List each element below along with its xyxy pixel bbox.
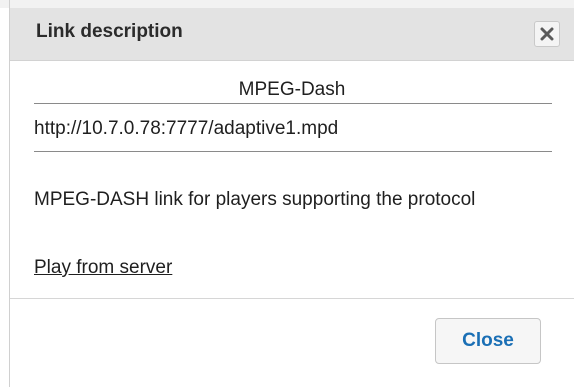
link-description-text: MPEG-DASH link for players supporting th… (34, 189, 476, 210)
divider (34, 103, 552, 104)
dialog-close-button[interactable] (534, 21, 560, 47)
background-strip (0, 0, 574, 8)
play-from-server-link[interactable]: Play from server (34, 257, 172, 279)
stream-url: http://10.7.0.78:7777/adaptive1.mpd (34, 118, 339, 139)
dialog-titlebar: Link description (10, 8, 574, 61)
close-icon (540, 27, 554, 41)
divider (34, 151, 552, 152)
stream-type-label: MPEG-Dash (238, 79, 346, 100)
footer-divider (10, 298, 574, 299)
link-description-dialog: Link description MPEG-Dash http://10.7.0… (0, 0, 574, 387)
close-button[interactable]: Close (435, 318, 541, 364)
dialog-title: Link description (36, 21, 183, 42)
